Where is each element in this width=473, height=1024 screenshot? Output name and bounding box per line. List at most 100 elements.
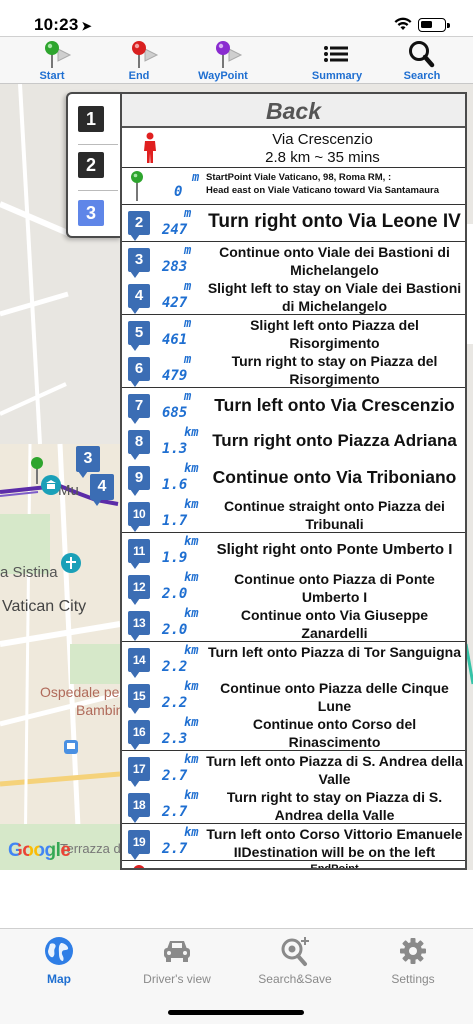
step-number-badge: 4 bbox=[128, 284, 150, 314]
start-label: Start bbox=[39, 70, 65, 82]
step-distance: 247 bbox=[162, 222, 188, 238]
car-icon bbox=[164, 941, 190, 962]
back-button[interactable]: Back bbox=[122, 94, 465, 128]
map-label-bambin: Bambin bbox=[76, 702, 124, 718]
summary-button[interactable]: Summary bbox=[297, 37, 377, 85]
step-instruction: Turn left onto Corso Vittorio Emanuele I… bbox=[206, 826, 463, 860]
step-row[interactable]: 10 km 1.7 Continue straight onto Piazza dei… bbox=[122, 496, 465, 533]
step-number-icon: 9 bbox=[128, 466, 154, 496]
step-number-icon: 17 bbox=[128, 757, 154, 787]
badge-pointer bbox=[130, 598, 140, 605]
step-row[interactable]: 17 km 2.7 Turn left onto Piazza di S. Andre… bbox=[122, 751, 465, 788]
step-number-badge: 14 bbox=[128, 648, 150, 678]
page-2-button[interactable]: 2 bbox=[78, 152, 104, 178]
map-step-marker-4[interactable]: 4 bbox=[90, 474, 114, 506]
waypoint-button[interactable]: WayPoint bbox=[183, 37, 263, 85]
sistina-poi-icon bbox=[61, 553, 81, 573]
magnifier-icon bbox=[409, 41, 435, 68]
step-number-badge: 5 bbox=[128, 321, 150, 351]
step-number-badge: 17 bbox=[128, 757, 150, 787]
step-unit: km bbox=[184, 461, 199, 475]
step-distance: 2.3 bbox=[162, 731, 188, 747]
page-1-button[interactable]: 1 bbox=[78, 106, 104, 132]
step-row[interactable]: 5 m 461 Slight left onto Piazza del Risorgi… bbox=[122, 315, 465, 352]
wifi-icon bbox=[394, 17, 412, 30]
step-unit: m bbox=[184, 206, 192, 220]
marker-4-badge: 4 bbox=[90, 474, 114, 506]
step-unit: m bbox=[184, 316, 192, 330]
end-button[interactable]: End bbox=[99, 37, 179, 85]
step-row[interactable]: 19 km 2.7 Turn left onto Corso Vittorio Ema… bbox=[122, 824, 465, 861]
step-row[interactable]: 16 km 2.3 Continue onto Corso del Rinascime… bbox=[122, 714, 465, 751]
step-distance: 2.2 bbox=[162, 659, 188, 675]
walking-person-icon bbox=[144, 132, 156, 163]
tab-drivers-view[interactable]: Driver's view bbox=[118, 929, 236, 999]
step-number-icon: 3 bbox=[128, 248, 154, 278]
step-number-icon: 7 bbox=[128, 394, 154, 424]
step-row[interactable]: 14 km 2.2 Turn left onto Piazza di Tor Sang… bbox=[122, 642, 465, 679]
list-icon bbox=[324, 46, 348, 62]
step-instruction: Continue onto Corso del Rinascimento bbox=[252, 716, 417, 750]
step-distance: 1.9 bbox=[162, 550, 188, 566]
start-button[interactable]: Start bbox=[12, 37, 92, 85]
badge-pointer bbox=[130, 634, 140, 641]
start-address: StartPoint Viale Vaticano, 98, Roma RM, … bbox=[206, 172, 392, 183]
badge-pointer bbox=[130, 743, 140, 750]
step-number-icon: 2 bbox=[128, 211, 154, 241]
step-row[interactable]: 7 m 685 Turn left onto Via Crescenzio bbox=[122, 388, 465, 425]
step-row[interactable]: 4 m 427 Slight left to stay on Viale dei Ba… bbox=[122, 278, 465, 315]
location-arrow-icon: ➤ bbox=[81, 19, 92, 33]
map-label-sistina: a Sistina bbox=[0, 564, 58, 581]
step-instruction: Slight right onto Ponte Umberto I bbox=[216, 541, 453, 558]
summary-street: Via Crescenzio bbox=[272, 131, 373, 148]
tab-settings[interactable]: Settings bbox=[354, 929, 472, 999]
step-instruction: Turn left onto Piazza di S. Andrea della… bbox=[206, 753, 463, 787]
summary-stats: 2.8 km ~ 35 mins bbox=[265, 149, 380, 166]
end-step-row[interactable]: EndPoint bbox=[122, 862, 465, 868]
step-row[interactable]: 18 km 2.7 Turn right to stay on Piazza di S… bbox=[122, 787, 465, 824]
map-step-marker-3[interactable]: 3 bbox=[76, 446, 100, 478]
step-number-badge: 19 bbox=[128, 830, 150, 860]
step-row[interactable]: 2 m 247 Turn right onto Via Leone IV bbox=[122, 205, 465, 242]
step-unit: km bbox=[184, 679, 199, 693]
app-root: { "status": { "time": "10:23", "location… bbox=[0, 0, 473, 1024]
top-toolbar: Start End WayPoint Summary Search bbox=[0, 36, 473, 84]
step-instruction: Slight left to stay on Viale dei Bastion… bbox=[207, 280, 462, 314]
red-pin-flag-icon bbox=[132, 41, 159, 68]
step-row[interactable]: 15 km 2.2 Continue onto Piazza delle Cinque… bbox=[122, 678, 465, 715]
step-number-icon: 14 bbox=[128, 648, 154, 678]
step-row[interactable]: 13 km 2.0 Continue onto Via Giuseppe Zanard… bbox=[122, 605, 465, 642]
step-distance: 283 bbox=[162, 259, 188, 275]
search-button[interactable]: Search bbox=[382, 37, 462, 85]
step-row[interactable]: 8 km 1.3 Turn right onto Piazza Adriana bbox=[122, 424, 465, 461]
step-row[interactable]: 3 m 283 Continue onto Viale dei Bastioni di… bbox=[122, 242, 465, 279]
start-step-row[interactable]: m 0 StartPoint Viale Vaticano, 98, Roma … bbox=[122, 168, 465, 205]
map-label-vatican-city: Vatican City bbox=[2, 598, 87, 615]
step-row[interactable]: 11 km 1.9 Slight right onto Ponte Umberto I bbox=[122, 533, 465, 570]
step-number-badge: 7 bbox=[128, 394, 150, 424]
badge-pointer bbox=[130, 816, 140, 823]
step-distance: 2.0 bbox=[162, 586, 188, 602]
search-save-icon bbox=[281, 937, 309, 966]
step-number-badge: 3 bbox=[128, 248, 150, 278]
step-unit: km bbox=[184, 570, 199, 584]
start-pin-icon bbox=[131, 171, 143, 201]
tab-map[interactable]: Map bbox=[0, 929, 118, 999]
clock-text: 10:23 bbox=[34, 15, 79, 34]
step-row[interactable]: 9 km 1.6 Continue onto Via Triboniano bbox=[122, 460, 465, 497]
badge-pointer bbox=[130, 707, 140, 714]
step-row[interactable]: 12 km 2.0 Continue onto Piazza di Ponte Umb… bbox=[122, 569, 465, 606]
step-instruction: Turn right onto Piazza Adriana bbox=[212, 431, 457, 450]
step-number-icon: 18 bbox=[128, 793, 154, 823]
page-selector: 1 2 3 bbox=[66, 92, 122, 238]
tab-search-save[interactable]: Search&Save bbox=[236, 929, 354, 999]
step-instruction: Turn right to stay on Piazza di S. Andre… bbox=[226, 789, 443, 823]
status-time: 10:23 ➤ bbox=[34, 15, 92, 35]
step-row[interactable]: 6 m 479 Turn right to stay on Piazza del Ri… bbox=[122, 351, 465, 388]
badge-pointer bbox=[130, 489, 140, 496]
badge-pointer bbox=[92, 499, 102, 506]
badge-pointer bbox=[78, 471, 88, 478]
step-distance: 685 bbox=[162, 405, 188, 421]
step-unit: m bbox=[184, 243, 192, 257]
page-3-button[interactable]: 3 bbox=[78, 200, 104, 226]
